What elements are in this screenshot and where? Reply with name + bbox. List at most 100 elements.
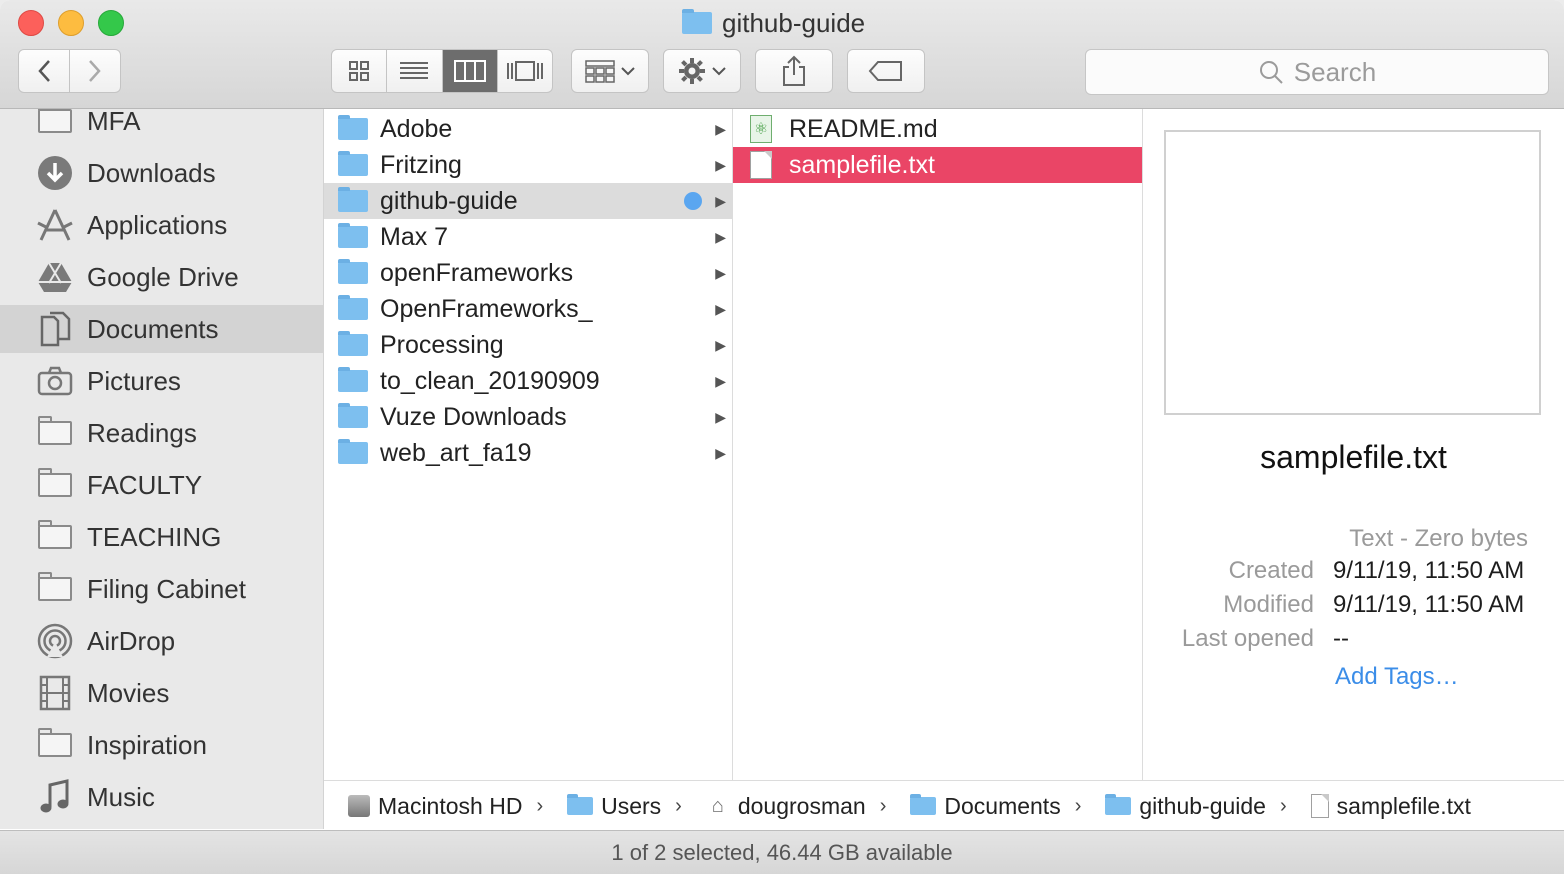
tag-icon (868, 61, 902, 81)
chevron-right-icon: › (1074, 794, 1082, 817)
list-item[interactable]: ⚛ README.md (733, 111, 1142, 147)
list-view-button[interactable] (387, 50, 443, 92)
sidebar-item-label: FACULTY (87, 469, 203, 500)
path-crumb[interactable]: github-guide (1105, 793, 1266, 820)
disclosure-arrow-icon: ▶ (715, 408, 726, 425)
sidebar-item-label: Filing Cabinet (87, 573, 246, 604)
home-icon: ⌂ (711, 794, 724, 817)
sidebar-item-readings[interactable]: Readings (0, 409, 323, 457)
forward-button[interactable] (70, 50, 120, 92)
search-placeholder: Search (1293, 56, 1377, 87)
chevron-down-icon (712, 67, 726, 76)
folder-icon (910, 794, 937, 815)
list-item[interactable]: Vuze Downloads ▶ (324, 399, 732, 435)
list-item[interactable]: OpenFrameworks_ ▶ (324, 291, 732, 327)
item-label: README.md (789, 114, 938, 143)
path-crumb[interactable]: Documents (910, 792, 1061, 820)
sidebar-item-airdrop[interactable]: AirDrop (0, 617, 323, 665)
info-key: Modified (1223, 591, 1314, 618)
disclosure-arrow-icon: ▶ (715, 192, 726, 209)
list-item[interactable]: to_clean_20190909 ▶ (324, 363, 732, 399)
item-label: Vuze Downloads (380, 402, 567, 431)
share-icon (783, 55, 805, 86)
folder-icon (338, 331, 368, 356)
window-title-label: github-guide (722, 7, 866, 38)
sidebar-item-label: AirDrop (87, 625, 176, 656)
crumb-label: Macintosh HD (378, 792, 523, 819)
column-github-guide: ⚛ README.md samplefile.txt (733, 109, 1143, 780)
window-title: github-guide (682, 6, 865, 40)
sidebar-item-applications[interactable]: Applications (0, 201, 323, 249)
sidebar-item-pictures[interactable]: Pictures (0, 357, 323, 405)
sidebar-item-teaching[interactable]: TEACHING (0, 513, 323, 561)
sidebar-item-movies[interactable]: Movies (0, 669, 323, 717)
edit-tags-button[interactable] (847, 49, 925, 93)
path-crumb[interactable]: Users (567, 793, 661, 820)
airdrop-icon (36, 622, 74, 660)
folder-icon (338, 439, 368, 464)
crumb-label: github-guide (1139, 792, 1266, 819)
list-item[interactable]: samplefile.txt (733, 147, 1142, 183)
path-crumb[interactable]: ⌂ dougrosman (706, 793, 866, 820)
share-button[interactable] (755, 49, 833, 93)
item-label: Fritzing (380, 150, 462, 179)
crumb-label: Documents (944, 792, 1061, 819)
info-value: 9/11/19, 11:50 AM (1333, 557, 1525, 584)
path-bar: Macintosh HD › Users › ⌂ dougrosman › Do… (324, 780, 1564, 831)
documents-icon (36, 310, 74, 348)
folder-icon (36, 466, 74, 504)
folder-icon (36, 726, 74, 764)
list-item[interactable]: openFrameworks ▶ (324, 255, 732, 291)
file-preview-thumbnail (1164, 130, 1541, 415)
sidebar-item-faculty[interactable]: FACULTY (0, 461, 323, 509)
minimize-window-button[interactable] (58, 10, 84, 36)
path-crumb[interactable]: samplefile.txt (1310, 792, 1471, 820)
sidebar-item-inspiration[interactable]: Inspiration (0, 721, 323, 769)
crumb-label: Users (601, 792, 662, 819)
columns-icon (453, 60, 486, 82)
gear-icon (679, 58, 705, 84)
sidebar-item-downloads[interactable]: Downloads (0, 149, 323, 197)
sidebar-item-label: Inspiration (87, 729, 207, 760)
sidebar-item-google-drive[interactable]: Google Drive (0, 253, 323, 301)
info-key: Created (1228, 557, 1314, 584)
chevron-right-icon: › (536, 794, 544, 817)
gallery-view-button[interactable] (498, 50, 552, 92)
applications-icon (36, 206, 74, 244)
column-view-button[interactable] (442, 50, 498, 92)
disclosure-arrow-icon: ▶ (715, 120, 726, 137)
sidebar-item-filing-cabinet[interactable]: Filing Cabinet (0, 565, 323, 613)
list-item[interactable]: Max 7 ▶ (324, 219, 732, 255)
icon-view-button[interactable] (332, 50, 388, 92)
google-drive-icon (36, 258, 74, 296)
sidebar-item-documents[interactable]: Documents (0, 305, 323, 353)
zoom-window-button[interactable] (98, 10, 124, 36)
sidebar-item-music[interactable]: Music (0, 773, 323, 821)
finder-window: github-guide Search MFA Downloads Applic… (0, 0, 1564, 874)
action-menu-button[interactable] (663, 49, 741, 93)
back-button[interactable] (19, 50, 70, 92)
chevron-right-icon (89, 60, 101, 82)
list-item[interactable]: web_art_fa19 ▶ (324, 435, 732, 471)
path-crumb[interactable]: Macintosh HD (348, 793, 522, 820)
download-icon (36, 154, 74, 192)
list-item[interactable]: github-guide ▶ (324, 183, 732, 219)
list-item[interactable]: Fritzing ▶ (324, 147, 732, 183)
list-item[interactable]: Processing ▶ (324, 327, 732, 363)
sidebar-item-label: Readings (87, 417, 197, 448)
group-by-button[interactable] (571, 49, 649, 93)
list-item[interactable]: Adobe ▶ (324, 111, 732, 147)
close-window-button[interactable] (18, 10, 44, 36)
folder-icon (338, 367, 368, 392)
search-field[interactable]: Search (1085, 49, 1549, 95)
item-label: Processing (380, 330, 504, 359)
crumb-label: samplefile.txt (1336, 792, 1471, 819)
chevron-left-icon (38, 60, 50, 82)
sidebar-item-mfa[interactable]: MFA (0, 109, 323, 145)
text-file-icon (1310, 794, 1329, 818)
info-last-opened: Last opened -- (1143, 625, 1564, 659)
disclosure-arrow-icon: ▶ (715, 300, 726, 317)
info-key: Last opened (1181, 625, 1314, 652)
sidebar-item-label: Music (87, 781, 155, 812)
add-tags-link[interactable]: Add Tags… (1335, 663, 1459, 691)
